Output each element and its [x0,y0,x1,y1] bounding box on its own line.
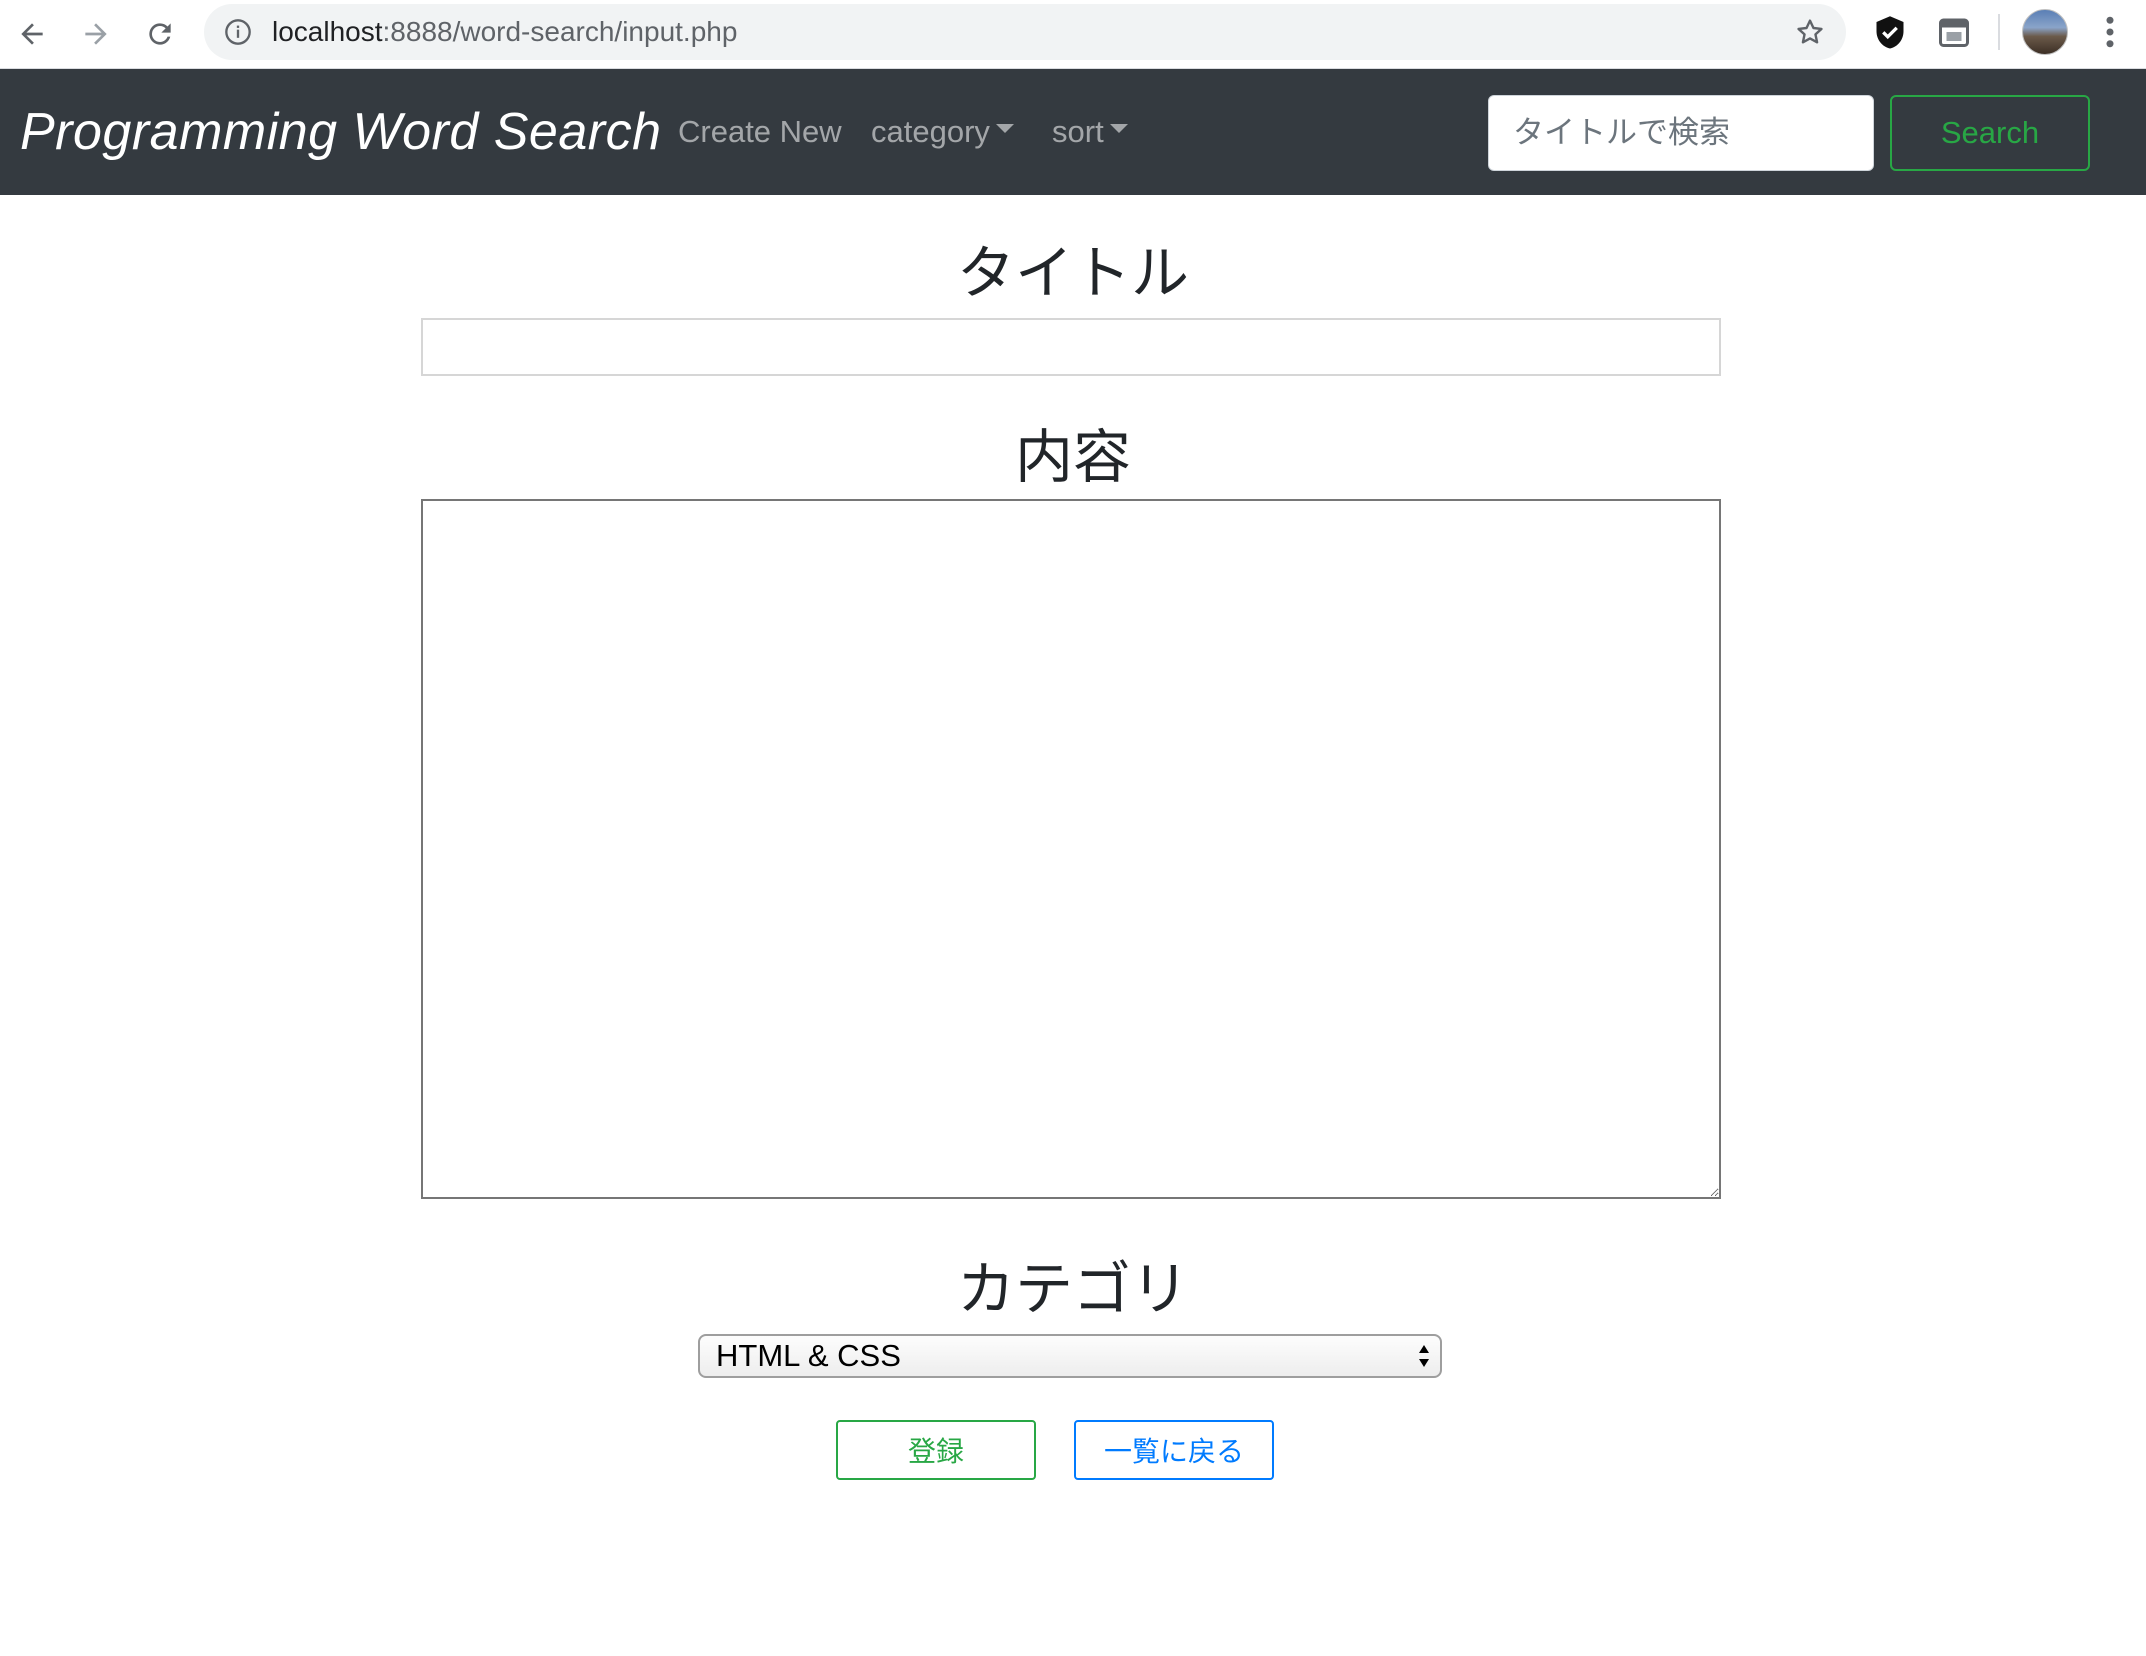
navbar: Programming Word Search Create New categ… [0,69,2146,195]
nav-sort-label: sort [1052,114,1104,149]
search-button[interactable]: Search [1890,95,2090,171]
chevron-down-icon [995,124,1014,134]
forward-icon[interactable] [72,10,120,58]
nav-create-new[interactable]: Create New [678,69,842,195]
menu-kebab-icon[interactable] [2092,10,2128,54]
browser-toolbar: localhost:8888/word-search/input.php [0,0,2146,69]
content-heading: 内容 [1014,423,1131,491]
category-select[interactable]: HTML & CSS [698,1334,1442,1378]
category-selected-value: HTML & CSS [716,1338,901,1373]
reload-icon[interactable] [136,10,184,58]
submit-button[interactable]: 登録 [836,1420,1036,1480]
bookmark-star-icon[interactable] [1794,16,1826,48]
nav-create-new-label: Create New [678,114,842,149]
profile-avatar[interactable] [2022,9,2068,55]
toolbar-divider [1998,14,2000,50]
url-host: localhost [272,16,383,47]
nav-sort-dropdown[interactable]: sort [1052,69,1128,195]
brand-link[interactable]: Programming Word Search [20,69,662,195]
title-input[interactable] [421,318,1721,376]
nav-category-dropdown[interactable]: category [871,69,1014,195]
url-text: localhost:8888/word-search/input.php [272,4,737,60]
info-icon[interactable] [224,18,252,46]
title-heading: タイトル [956,239,1189,307]
chevron-down-icon [1109,124,1128,134]
content-textarea[interactable] [421,499,1721,1199]
shield-extension-icon[interactable] [1872,14,1908,50]
select-arrows-icon [1419,1345,1429,1367]
back-to-list-button[interactable]: 一覧に戻る [1074,1420,1274,1480]
search-input[interactable] [1488,95,1874,171]
address-bar[interactable]: localhost:8888/word-search/input.php [204,4,1846,60]
url-path: :8888/word-search/input.php [382,16,738,47]
category-heading: カテゴリ [956,1255,1189,1323]
nav-category-label: category [871,114,990,149]
calendar-extension-icon[interactable] [1936,14,1972,50]
back-icon[interactable] [8,10,56,58]
